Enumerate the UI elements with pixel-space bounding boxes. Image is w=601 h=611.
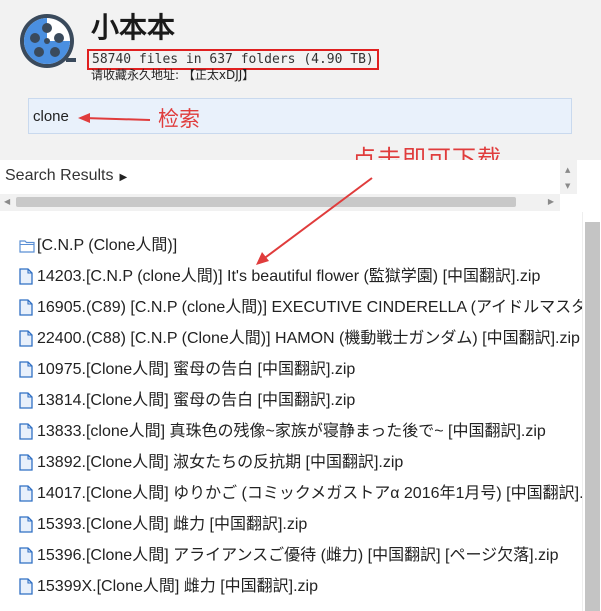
vertical-scroll-thumb[interactable]: [585, 222, 600, 611]
file-icon: [19, 578, 35, 596]
folder-row[interactable]: [C.N.P (Clone人間)]: [0, 230, 582, 261]
file-row[interactable]: 14203.[C.N.P (clone人間)] It's beautiful f…: [0, 261, 582, 292]
file-row[interactable]: 10975.[Clone人間] 蜜母の告白 [中国翻訳].zip: [0, 354, 582, 385]
result-name[interactable]: 13892.[Clone人間] 淑女たちの反抗期 [中国翻訳].zip: [37, 447, 403, 478]
file-row[interactable]: 22400.(C88) [C.N.P (Clone人間)] HAMON (機動戦…: [0, 323, 582, 354]
search-input[interactable]: [29, 99, 571, 133]
favorite-address-text: 请收藏永久地址: 【正太xDJJ】: [91, 68, 255, 82]
file-icon: [19, 485, 35, 503]
result-name[interactable]: 16905.(C89) [C.N.P (clone人間)] EXECUTIVE …: [37, 292, 582, 323]
result-name[interactable]: 14017.[Clone人間] ゆりかご (コミックメガストアα 2016年1月…: [37, 478, 582, 509]
scroll-down-arrow-icon[interactable]: ▼: [565, 182, 570, 190]
results-list: [C.N.P (Clone人間)] 14203.[C.N.P (clone人間)]…: [0, 230, 582, 611]
file-row[interactable]: 15396.[Clone人間] アライアンスご優待 (雌力) [中国翻訳] [ペ…: [0, 540, 582, 571]
result-name[interactable]: 14203.[C.N.P (clone人間)] It's beautiful f…: [37, 261, 540, 292]
scroll-left-arrow-icon[interactable]: ◀: [4, 197, 10, 206]
result-name[interactable]: 15399X.[Clone人間] 雌力 [中国翻訳].zip: [37, 571, 318, 602]
result-name[interactable]: 22400.(C88) [C.N.P (Clone人間)] HAMON (機動戦…: [37, 323, 580, 354]
horizontal-scroll-thumb[interactable]: [16, 197, 516, 207]
results-panel: Search Results ▶ ▲ ▼ ◀ ▶ [C.N.P (Clone人間)…: [0, 160, 601, 611]
file-row[interactable]: 13833.[clone人間] 真珠色の残像~家族が寝静まった後で~ [中国翻訳…: [0, 416, 582, 447]
vertical-scrollbar[interactable]: [582, 212, 601, 611]
expand-triangle-icon: ▶: [119, 172, 128, 183]
result-name[interactable]: 10975.[Clone人間] 蜜母の告白 [中国翻訳].zip: [37, 354, 355, 385]
results-header-label: Search Results: [5, 167, 114, 184]
file-icon: [19, 454, 35, 472]
folder-icon: [19, 237, 35, 255]
file-icon: [19, 547, 35, 565]
result-name[interactable]: 13814.[Clone人間] 蜜母の告白 [中国翻訳].zip: [37, 385, 355, 416]
file-row[interactable]: 16905.(C89) [C.N.P (clone人間)] EXECUTIVE …: [0, 292, 582, 323]
result-name[interactable]: 13833.[clone人間] 真珠色の残像~家族が寝静まった後で~ [中国翻訳…: [37, 416, 546, 447]
app-header: 小本本 58740 files in 637 folders (4.90 TB)…: [0, 0, 601, 160]
scroll-right-arrow-icon[interactable]: ▶: [548, 197, 554, 206]
file-row[interactable]: 15399X.[Clone人間] 雌力 [中国翻訳].zip: [0, 571, 582, 602]
result-name[interactable]: [C.N.P (Clone人間)]: [37, 230, 177, 261]
file-row[interactable]: 15393.[Clone人間] 雌力 [中国翻訳].zip: [0, 509, 582, 540]
file-icon: [19, 268, 35, 286]
file-icon: [19, 299, 35, 317]
file-icon: [19, 392, 35, 410]
annotation-search-label: 检索: [158, 107, 200, 131]
search-box[interactable]: [28, 98, 572, 134]
app-title: 小本本: [91, 11, 176, 44]
file-icon: [19, 423, 35, 441]
film-reel-logo-icon: [20, 14, 76, 68]
scroll-up-arrow-icon[interactable]: ▲: [565, 166, 570, 174]
horizontal-scrollbar[interactable]: ◀ ▶: [0, 194, 560, 211]
file-icon: [19, 516, 35, 534]
header-scrollbar[interactable]: ▲ ▼: [560, 160, 577, 194]
result-name[interactable]: 15393.[Clone人間] 雌力 [中国翻訳].zip: [37, 509, 307, 540]
results-header[interactable]: Search Results ▶: [0, 160, 560, 192]
file-icon: [19, 361, 35, 379]
file-icon: [19, 330, 35, 348]
file-row[interactable]: 13814.[Clone人間] 蜜母の告白 [中国翻訳].zip: [0, 385, 582, 416]
file-row[interactable]: 13892.[Clone人間] 淑女たちの反抗期 [中国翻訳].zip: [0, 447, 582, 478]
result-name[interactable]: 15396.[Clone人間] アライアンスご優待 (雌力) [中国翻訳] [ペ…: [37, 540, 558, 571]
file-row[interactable]: 14017.[Clone人間] ゆりかご (コミックメガストアα 2016年1月…: [0, 478, 582, 509]
